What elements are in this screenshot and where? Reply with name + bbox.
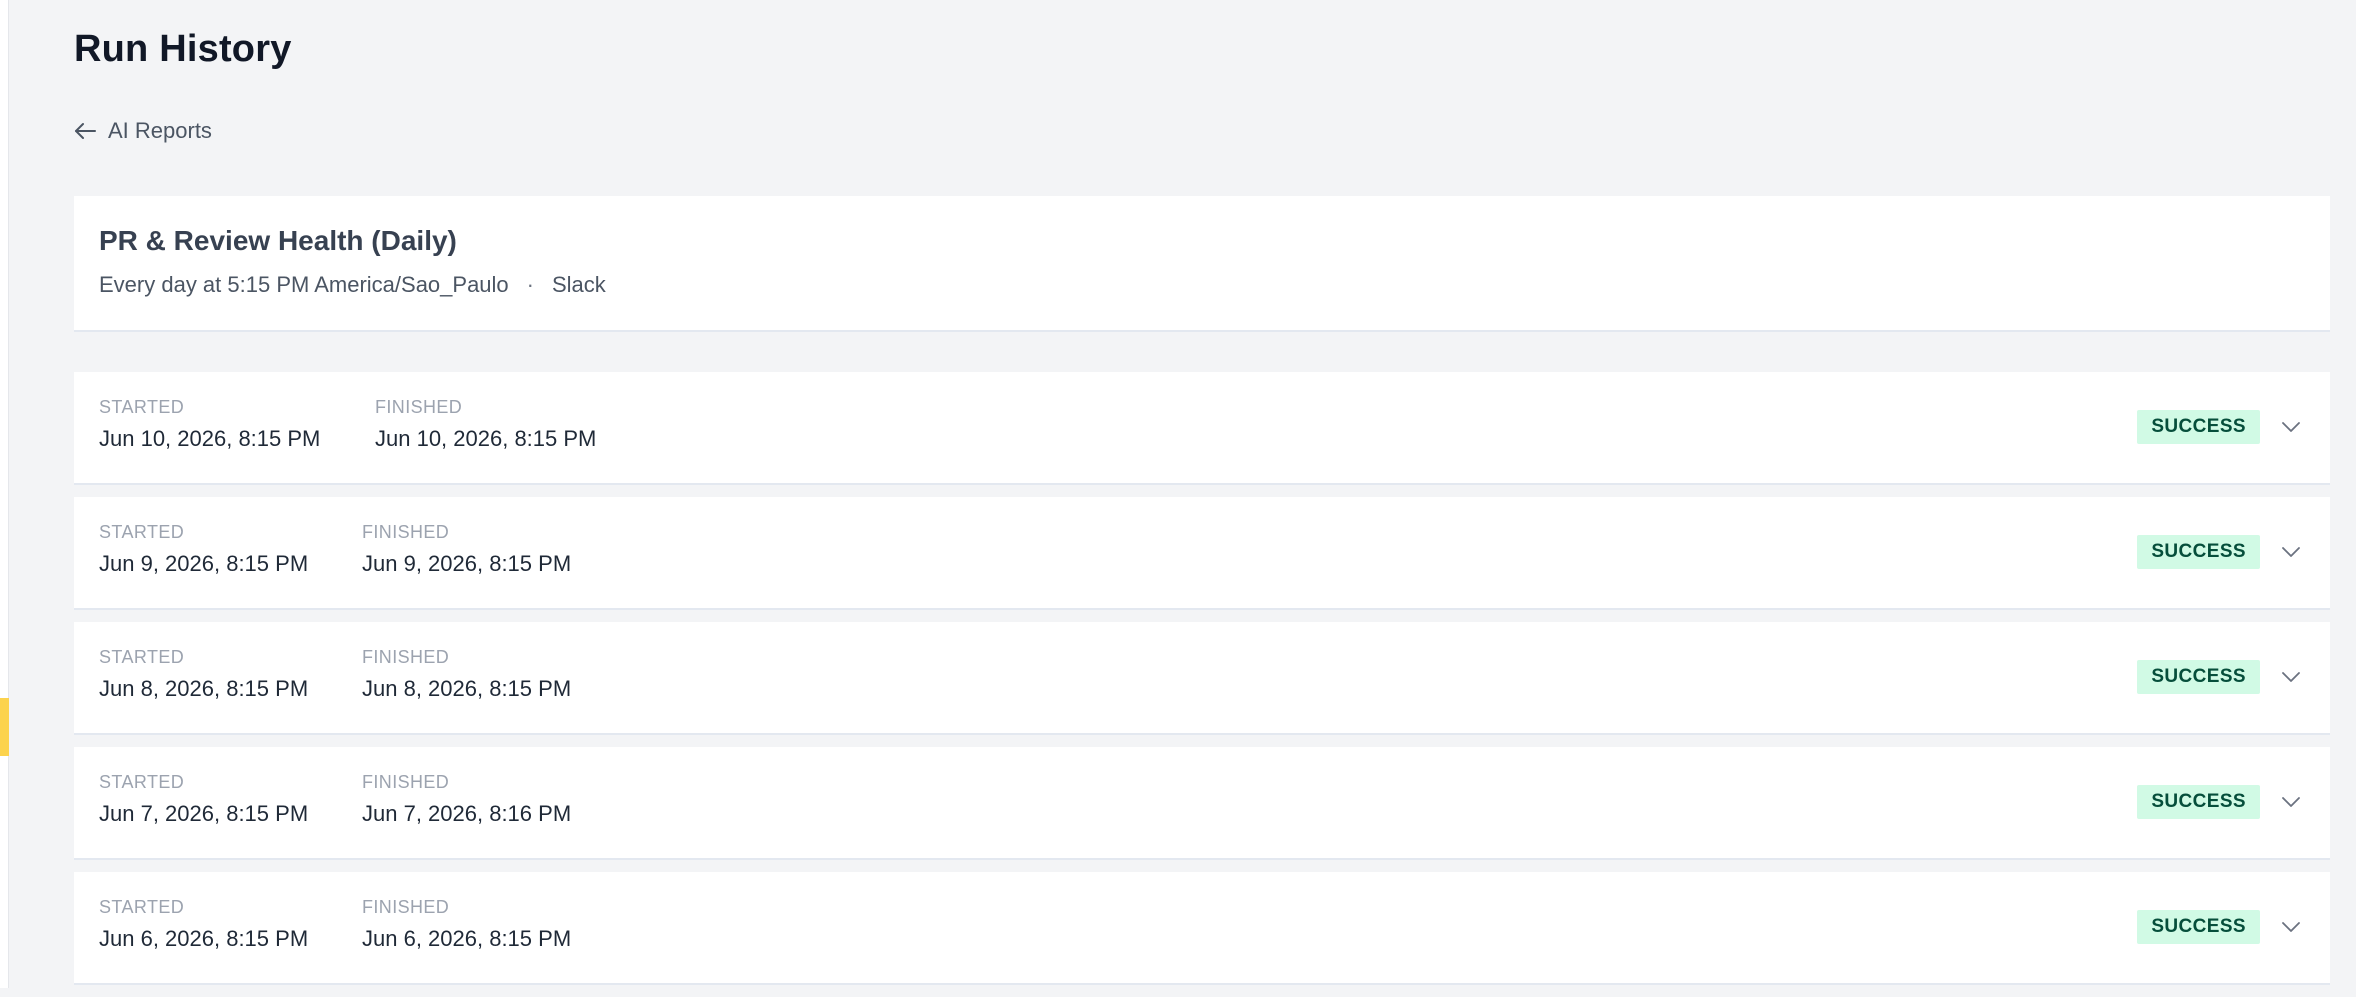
report-schedule: Every day at 5:15 PM America/Sao_Paulo <box>99 271 509 297</box>
status-badge: SUCCESS <box>2137 410 2260 444</box>
report-meta: Every day at 5:15 PM America/Sao_Paulo ·… <box>99 272 2305 298</box>
started-label: STARTED <box>99 772 185 792</box>
started-label: STARTED <box>99 397 185 417</box>
started-label: STARTED <box>99 897 185 917</box>
started-value: Jun 6, 2026, 8:15 PM <box>99 926 309 951</box>
chevron-down-icon[interactable] <box>2280 541 2302 563</box>
run-finished: FINISHED Jun 9, 2026, 8:15 PM <box>362 523 571 575</box>
run-row[interactable]: STARTED Jun 7, 2026, 8:15 PM FINISHED Ju… <box>74 747 2330 860</box>
left-rail <box>0 0 9 988</box>
status-badge: SUCCESS <box>2137 785 2260 819</box>
started-label: STARTED <box>99 647 185 667</box>
finished-value: Jun 6, 2026, 8:15 PM <box>362 926 572 951</box>
finished-label: FINISHED <box>362 647 450 667</box>
run-finished: FINISHED Jun 8, 2026, 8:15 PM <box>362 648 571 700</box>
meta-separator: · <box>526 271 534 297</box>
run-started: STARTED Jun 9, 2026, 8:15 PM <box>99 523 308 575</box>
finished-label: FINISHED <box>362 522 450 542</box>
run-finished: FINISHED Jun 10, 2026, 8:15 PM <box>375 398 596 450</box>
chevron-down-icon[interactable] <box>2280 791 2302 813</box>
finished-value: Jun 9, 2026, 8:15 PM <box>362 551 572 576</box>
started-value: Jun 9, 2026, 8:15 PM <box>99 551 309 576</box>
report-destination: Slack <box>552 271 606 297</box>
report-summary-card: PR & Review Health (Daily) Every day at … <box>74 196 2330 332</box>
run-started: STARTED Jun 6, 2026, 8:15 PM <box>99 898 308 950</box>
finished-value: Jun 7, 2026, 8:16 PM <box>362 801 572 826</box>
status-badge: SUCCESS <box>2137 910 2260 944</box>
page-title: Run History <box>74 28 292 70</box>
chevron-down-icon[interactable] <box>2280 916 2302 938</box>
run-finished: FINISHED Jun 7, 2026, 8:16 PM <box>362 773 571 825</box>
run-list: STARTED Jun 10, 2026, 8:15 PM FINISHED J… <box>74 372 2330 997</box>
finished-value: Jun 8, 2026, 8:15 PM <box>362 676 572 701</box>
run-finished: FINISHED Jun 6, 2026, 8:15 PM <box>362 898 571 950</box>
run-started: STARTED Jun 8, 2026, 8:15 PM <box>99 648 308 700</box>
run-started: STARTED Jun 7, 2026, 8:15 PM <box>99 773 308 825</box>
started-value: Jun 8, 2026, 8:15 PM <box>99 676 309 701</box>
back-link[interactable]: AI Reports <box>74 118 212 144</box>
status-badge: SUCCESS <box>2137 660 2260 694</box>
run-row[interactable]: STARTED Jun 10, 2026, 8:15 PM FINISHED J… <box>74 372 2330 485</box>
chevron-down-icon[interactable] <box>2280 666 2302 688</box>
finished-value: Jun 10, 2026, 8:15 PM <box>375 426 597 451</box>
started-label: STARTED <box>99 522 185 542</box>
finished-label: FINISHED <box>362 897 450 917</box>
rail-active-indicator <box>0 698 9 756</box>
run-started: STARTED Jun 10, 2026, 8:15 PM <box>99 398 320 450</box>
report-title: PR & Review Health (Daily) <box>99 225 457 256</box>
finished-label: FINISHED <box>375 397 463 417</box>
run-row[interactable]: STARTED Jun 9, 2026, 8:15 PM FINISHED Ju… <box>74 497 2330 610</box>
finished-label: FINISHED <box>362 772 450 792</box>
back-link-label: AI Reports <box>108 118 212 143</box>
status-badge: SUCCESS <box>2137 535 2260 569</box>
run-row[interactable]: STARTED Jun 6, 2026, 8:15 PM FINISHED Ju… <box>74 872 2330 985</box>
arrow-left-icon <box>74 122 96 140</box>
run-row[interactable]: STARTED Jun 8, 2026, 8:15 PM FINISHED Ju… <box>74 622 2330 735</box>
started-value: Jun 7, 2026, 8:15 PM <box>99 801 309 826</box>
chevron-down-icon[interactable] <box>2280 416 2302 438</box>
started-value: Jun 10, 2026, 8:15 PM <box>99 426 321 451</box>
